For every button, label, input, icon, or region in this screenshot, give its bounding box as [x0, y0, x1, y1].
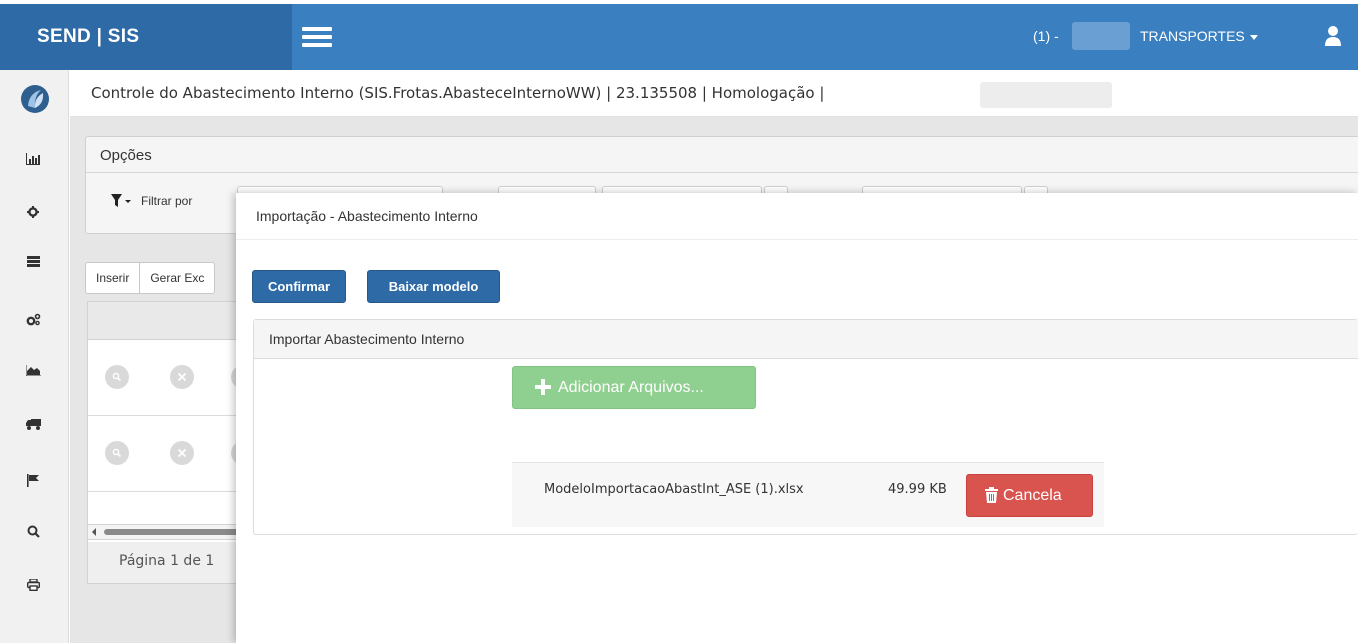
- caret-down-icon: [1249, 34, 1258, 40]
- view-icon[interactable]: [105, 441, 129, 465]
- page-indicator: Página 1 de 1: [119, 553, 215, 569]
- download-template-button[interactable]: Baixar modelo: [367, 270, 500, 303]
- user-name-redacted: [1072, 22, 1130, 50]
- grid-pager: Página 1 de 1: [87, 542, 247, 584]
- user-count: (1) -: [1033, 28, 1059, 44]
- horizontal-scrollbar[interactable]: [87, 524, 247, 540]
- filter-button[interactable]: Filtrar por: [111, 194, 192, 208]
- top-navbar: SEND | SIS (1) - TRANSPORTES: [0, 4, 1358, 70]
- filter-label: Filtrar por: [141, 194, 193, 208]
- file-name: ModeloImportacaoAbastInt_ASE (1).xlsx: [544, 482, 804, 497]
- truck-icon[interactable]: [22, 413, 44, 435]
- flag-icon[interactable]: [22, 469, 44, 491]
- add-files-label: Adicionar Arquivos...: [558, 379, 704, 396]
- redacted-user: [980, 82, 1112, 108]
- trash-icon: [985, 487, 998, 503]
- cancel-upload-button[interactable]: Cancela: [966, 474, 1093, 517]
- file-row: ModeloImportacaoAbastInt_ASE (1).xlsx 49…: [512, 462, 1104, 527]
- insert-button[interactable]: Inserir: [86, 263, 141, 293]
- grid-header: [88, 302, 246, 340]
- plus-icon: [535, 379, 551, 395]
- view-icon[interactable]: [105, 365, 129, 389]
- print-icon[interactable]: [22, 574, 44, 596]
- company-dropdown[interactable]: TRANSPORTES: [1140, 28, 1258, 44]
- modal-divider: [236, 239, 1358, 240]
- confirm-button[interactable]: Confirmar: [252, 270, 346, 303]
- company-label: TRANSPORTES: [1140, 28, 1245, 44]
- brand-title[interactable]: SEND | SIS: [37, 26, 139, 48]
- import-modal: Importação - Abastecimento Interno Confi…: [236, 193, 1358, 643]
- brand-area: SEND | SIS: [0, 4, 292, 70]
- delete-icon[interactable]: [170, 441, 194, 465]
- grid-actions: Inserir Gerar Exc: [85, 262, 216, 294]
- area-chart-icon[interactable]: [22, 359, 44, 381]
- import-panel-title: Importar Abastecimento Interno: [254, 320, 1358, 359]
- table-row: [88, 340, 255, 416]
- filter-icon: [111, 194, 131, 207]
- bar-chart-icon[interactable]: [22, 148, 44, 170]
- file-size: 49.99 KB: [888, 482, 947, 497]
- table-row: [88, 416, 255, 492]
- list-icon[interactable]: [22, 250, 44, 272]
- scroll-left-icon[interactable]: [92, 528, 96, 536]
- export-button[interactable]: Gerar Exc: [140, 263, 214, 293]
- page-header: Controle do Abastecimento Interno (SIS.F…: [70, 70, 1358, 117]
- import-panel: Importar Abastecimento Interno Adicionar…: [253, 319, 1358, 535]
- logo-icon[interactable]: [20, 84, 50, 114]
- page-title: Controle do Abastecimento Interno (SIS.F…: [91, 84, 825, 102]
- gear-icon[interactable]: [22, 201, 44, 223]
- delete-icon[interactable]: [170, 365, 194, 389]
- add-files-button[interactable]: Adicionar Arquivos...: [512, 366, 756, 409]
- cancel-label: Cancela: [1003, 487, 1062, 504]
- gears-icon[interactable]: [22, 308, 44, 330]
- sidebar: [0, 70, 69, 643]
- menu-toggle-icon[interactable]: [302, 27, 332, 47]
- options-panel-title: Opções: [86, 137, 1358, 173]
- user-icon[interactable]: [1325, 26, 1341, 46]
- search-icon[interactable]: [22, 520, 44, 542]
- modal-title: Importação - Abastecimento Interno: [256, 208, 478, 224]
- scroll-thumb[interactable]: [104, 529, 244, 535]
